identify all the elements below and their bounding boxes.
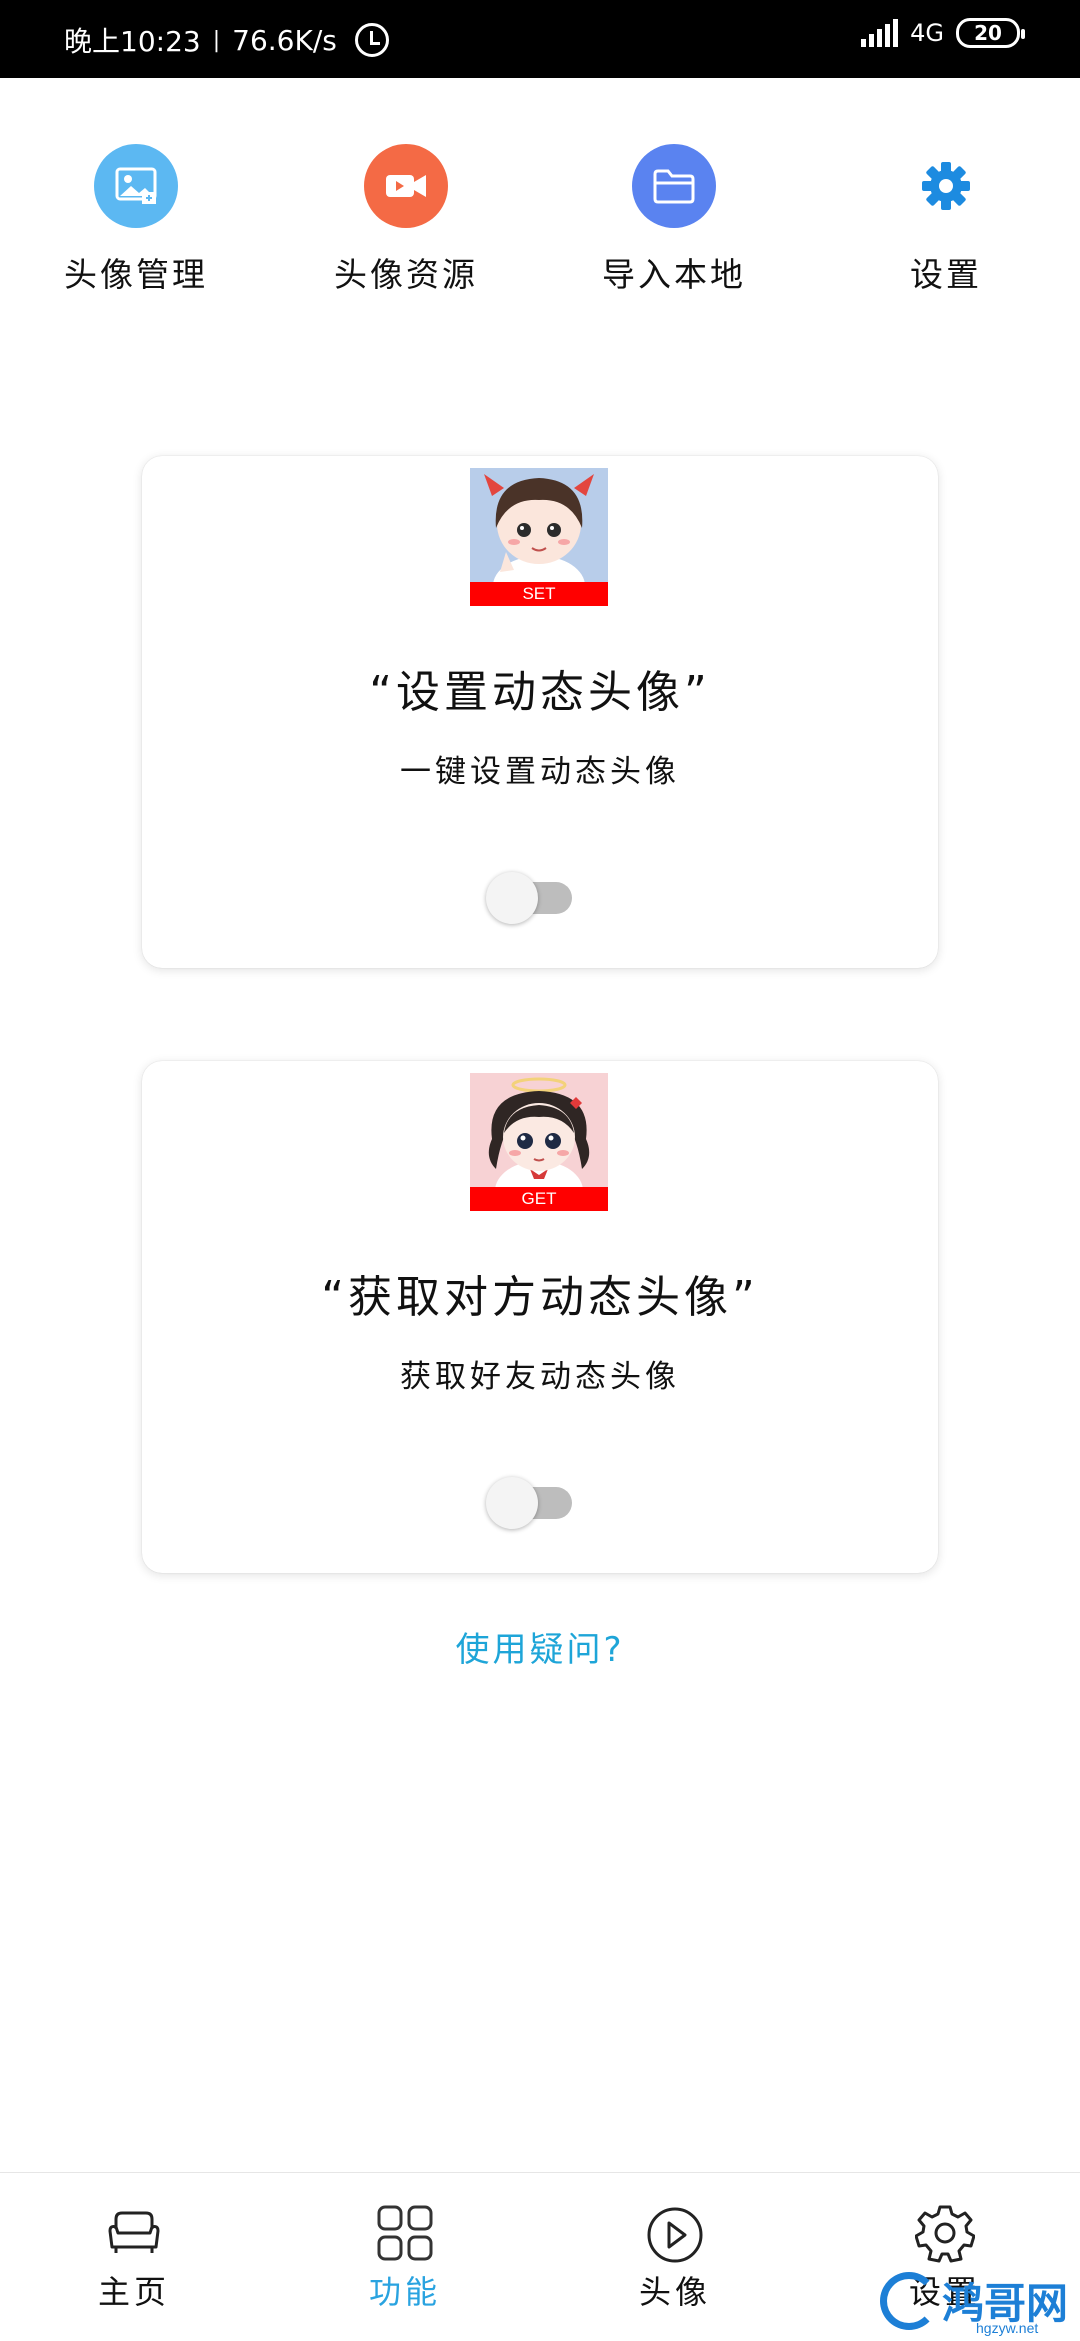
image-icon <box>94 144 178 228</box>
status-bar: 晚上10:23 | 76.6K/s 4G 20 <box>0 0 1080 78</box>
alarm-icon <box>354 23 389 57</box>
nav-label: 主页 <box>97 2273 170 2311</box>
shortcut-import-local[interactable]: 导入本地 <box>574 140 774 296</box>
watermark-url: hgzyw.net <box>976 2320 1039 2336</box>
signal-icon <box>861 19 899 47</box>
grid-icon <box>375 2203 435 2263</box>
help-link[interactable]: 使用疑问? <box>0 1622 1080 1671</box>
folder-icon <box>632 144 716 228</box>
card-title: “获取对方动态头像” <box>321 1272 759 1323</box>
get-avatar-toggle[interactable] <box>486 1469 572 1529</box>
card-subtitle: 一键设置动态头像 <box>400 754 680 790</box>
sofa-icon <box>104 2203 164 2263</box>
get-avatar-card: GET “获取对方动态头像” 获取好友动态头像 <box>142 1061 938 1573</box>
card-title: “设置动态头像” <box>369 667 711 718</box>
toggle-knob <box>486 872 538 924</box>
nav-label: 功能 <box>368 2273 441 2311</box>
shortcut-label: 导入本地 <box>602 255 746 294</box>
avatar-tag: SET <box>470 582 608 606</box>
nav-item-features[interactable]: 功能 <box>335 2203 475 2313</box>
set-avatar-toggle[interactable] <box>486 864 572 924</box>
set-avatar-card: SET “设置动态头像” 一键设置动态头像 <box>142 456 938 968</box>
nav-item-home[interactable]: 主页 <box>64 2203 204 2313</box>
toggle-knob <box>486 1477 538 1529</box>
shortcut-label: 头像资源 <box>334 255 478 294</box>
nav-item-avatar[interactable]: 头像 <box>605 2203 745 2313</box>
battery-icon: 20 <box>956 18 1025 48</box>
shortcut-label: 设置 <box>910 255 982 294</box>
shortcut-settings[interactable]: 设置 <box>846 140 1046 296</box>
network-speed: 76.6K/s <box>232 23 337 57</box>
avatar-tag: GET <box>470 1187 608 1211</box>
status-separator: | <box>212 27 221 53</box>
watermark-logo: 鸿哥网 hgzyw.net <box>880 2268 1080 2340</box>
card-subtitle: 获取好友动态头像 <box>400 1359 680 1395</box>
watermark-icon <box>880 2272 938 2330</box>
avatar-get-image: GET <box>470 1073 608 1211</box>
avatar-set-image: SET <box>470 468 608 606</box>
status-time: 晚上10:23 <box>64 25 201 58</box>
shortcut-avatar-manage[interactable]: 头像管理 <box>36 140 236 296</box>
video-icon <box>364 144 448 228</box>
shortcut-label: 头像管理 <box>64 255 208 294</box>
status-right: 4G 20 <box>861 18 1025 48</box>
gear-outline-icon <box>914 2203 976 2263</box>
status-left: 晚上10:23 | 76.6K/s <box>64 20 389 60</box>
network-type: 4G <box>910 19 944 47</box>
play-icon <box>645 2203 705 2263</box>
battery-level: 20 <box>974 21 1002 45</box>
shortcut-avatar-resource[interactable]: 头像资源 <box>306 140 506 296</box>
nav-label: 头像 <box>638 2273 711 2311</box>
shortcut-row: 头像管理 头像资源 导入本地 设置 <box>0 140 1080 294</box>
gear-icon <box>904 144 988 228</box>
